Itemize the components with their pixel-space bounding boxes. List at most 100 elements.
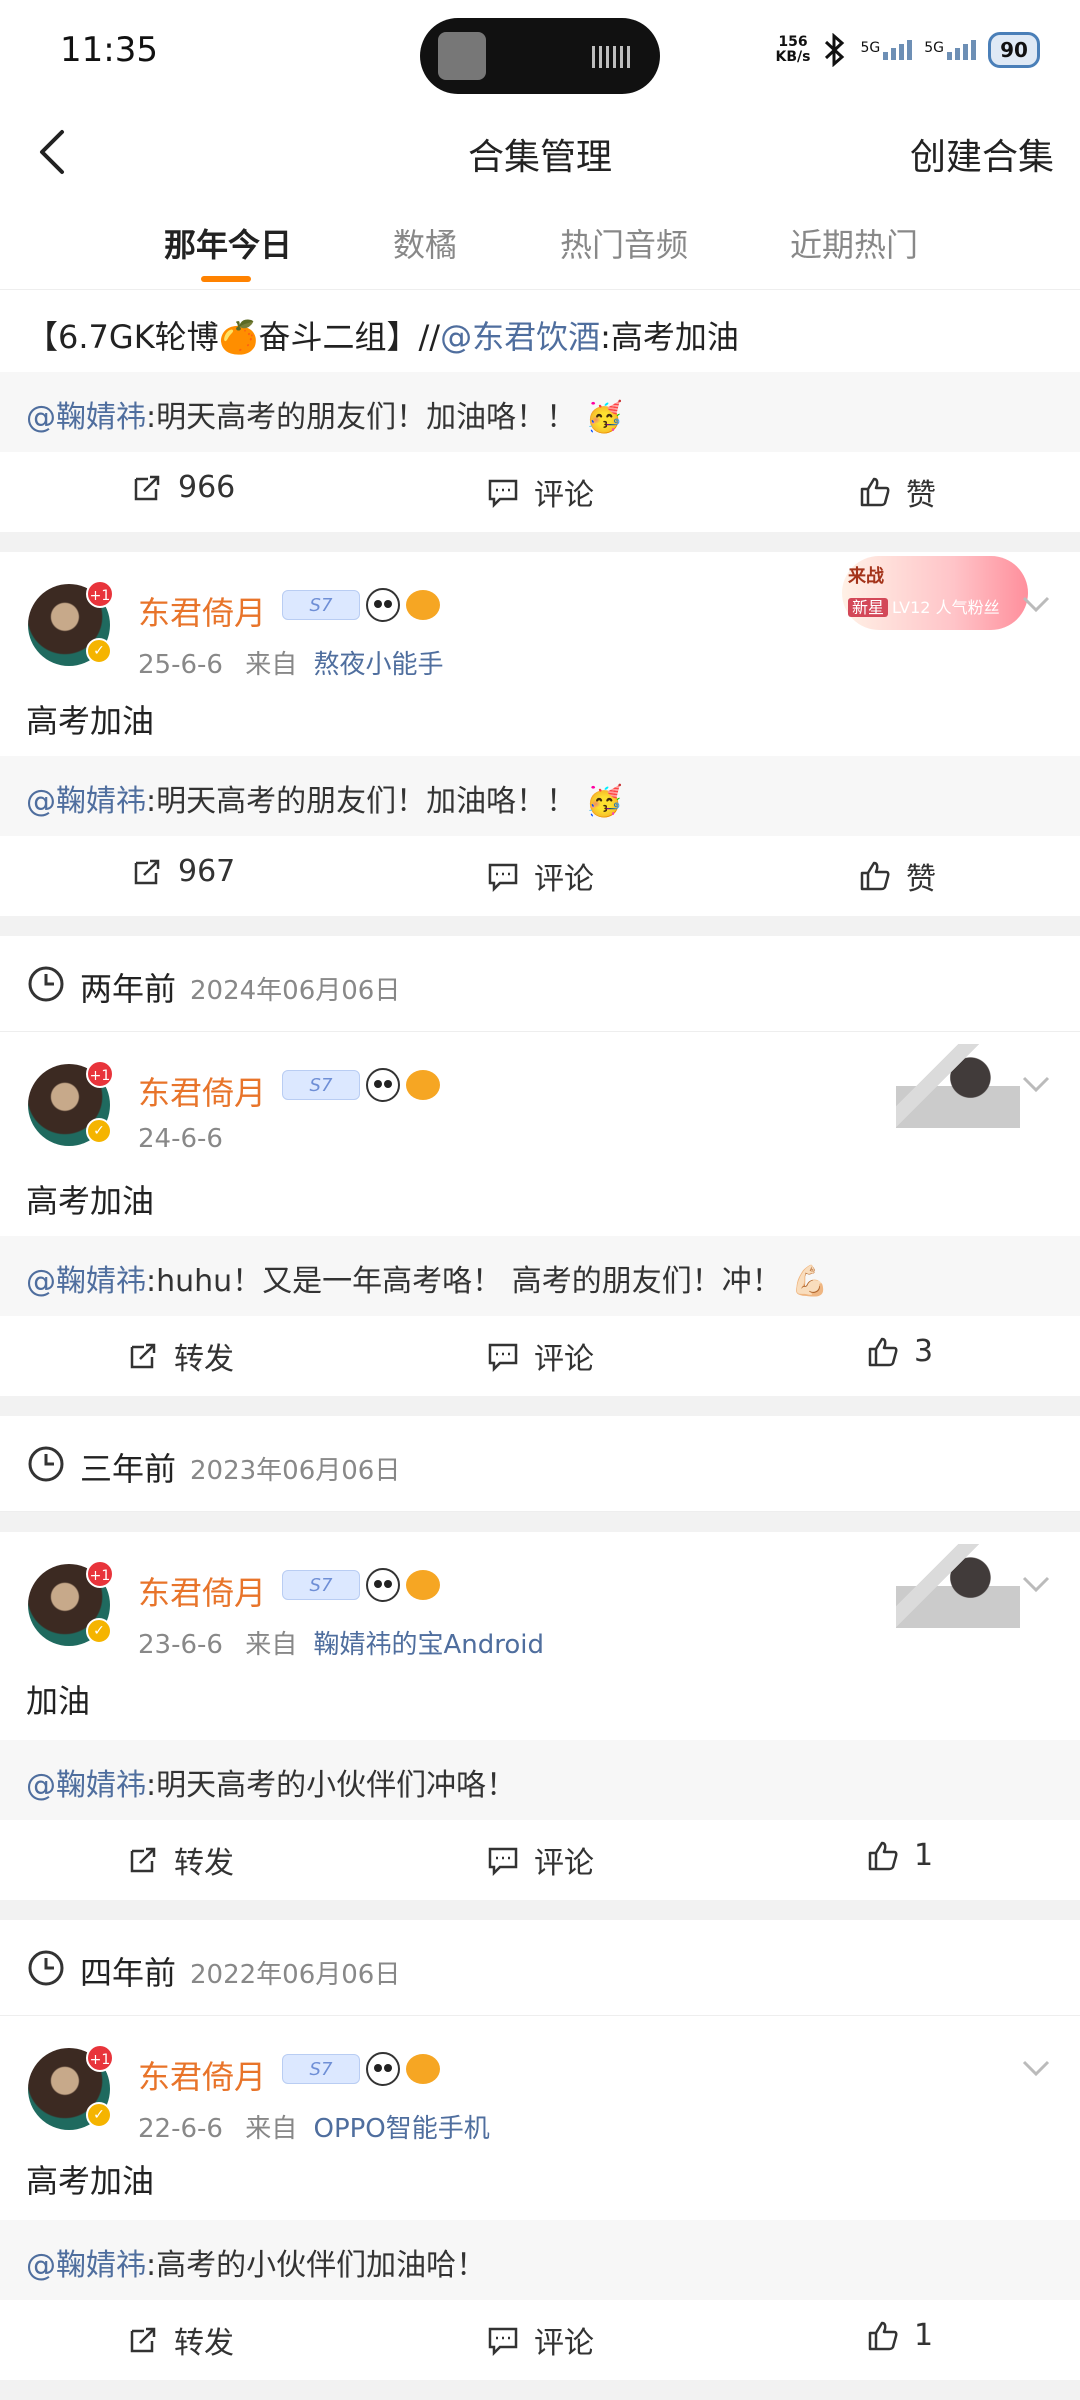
nav-bar: 合集管理 创建合集: [0, 100, 1080, 200]
status-icons: 156 KB/s 5G 5G 90: [776, 32, 1040, 68]
post-meta: 25-6-6 来自 熬夜小能手: [138, 650, 444, 680]
verified-icon: ✓: [86, 1618, 112, 1644]
quoted-post[interactable]: @鞠婧祎:高考的小伙伴们加油哈！: [0, 2220, 1080, 2300]
repost-button[interactable]: 966: [130, 470, 235, 505]
post-text[interactable]: 高考加油: [26, 1176, 154, 1222]
comment-button[interactable]: 评论: [486, 1838, 594, 1882]
dynamic-island[interactable]: [420, 18, 660, 94]
absolute-date: 2023年06月06日: [190, 1456, 401, 1486]
comment-icon: [488, 479, 518, 509]
year-section-header: 两年前 2024年06月06日: [0, 936, 1080, 1032]
fan-badge-decoration[interactable]: 来战 新星 LV12 人气粉丝: [842, 556, 1028, 630]
post-header: +1 ✓ 东君倚月 S7 23-6-6 来自 鞠婧祎的宝Android: [0, 1532, 1080, 1692]
username[interactable]: 东君倚月: [138, 1568, 266, 1614]
level-badge: S7: [282, 2054, 360, 2084]
post-header: +1 ✓ 东君倚月 S7 24-6-6: [0, 1032, 1080, 1192]
repost-icon: [130, 1343, 156, 1369]
relative-date: 三年前: [80, 1450, 177, 1488]
mention-link[interactable]: @鞠婧祎: [26, 400, 146, 435]
verified-icon: ✓: [86, 638, 112, 664]
year-section-header: 四年前 2022年06月06日: [0, 1920, 1080, 2016]
clock-icon: [28, 1446, 64, 1482]
now-playing-thumbnail: [438, 32, 486, 80]
quoted-post[interactable]: @鞠婧祎:huhu！又是一年高考咯！ 高考的朋友们！冲！ 💪🏻: [0, 1236, 1080, 1316]
comment-icon: [488, 2327, 518, 2357]
post-source[interactable]: OPPO智能手机: [313, 2114, 489, 2144]
post-source[interactable]: 熬夜小能手: [313, 650, 443, 680]
like-button[interactable]: 1: [866, 2318, 933, 2353]
separator: [0, 1396, 1080, 1416]
portrait-decoration[interactable]: [896, 1544, 1020, 1628]
username[interactable]: 东君倚月: [138, 1068, 266, 1114]
post-meta: 23-6-6 来自 鞠婧祎的宝Android: [138, 1630, 545, 1660]
comment-button[interactable]: 评论: [486, 2318, 594, 2362]
audio-wave-icon: [592, 46, 632, 68]
level-badge: S7: [282, 1570, 360, 1600]
post-text[interactable]: 【6.7GK轮博🍊奋斗二组】//@东君饮酒:高考加油: [26, 312, 739, 358]
repost-icon: [130, 1847, 156, 1873]
post-header: +1 ✓ 东君倚月 S7 22-6-6 来自 OPPO智能手机: [0, 2016, 1080, 2176]
quoted-post[interactable]: @鞠婧祎:明天高考的朋友们！加油咯！！ 🥳: [0, 372, 1080, 452]
thumbs-up-icon: [868, 1841, 898, 1870]
quoted-post[interactable]: @鞠婧祎:明天高考的朋友们！加油咯！！ 🥳: [0, 756, 1080, 836]
separator: [0, 1512, 1080, 1532]
status-time: 11:35: [60, 30, 158, 70]
username[interactable]: 东君倚月: [138, 588, 266, 634]
mention-link[interactable]: @鞠婧祎: [26, 1768, 146, 1803]
chevron-down-icon[interactable]: [1018, 1566, 1054, 1602]
fish-icon: [406, 1570, 440, 1600]
avatar-plus-badge: +1: [86, 1560, 114, 1588]
username[interactable]: 东君倚月: [138, 2052, 266, 2098]
avatar-plus-badge: +1: [86, 2044, 114, 2072]
like-button[interactable]: 赞: [858, 854, 936, 898]
post-header: +1 ✓ 东君倚月 S7 25-6-6 来自 熬夜小能手 来战 新星 LV12 人…: [0, 552, 1080, 712]
post-actions: 转发 评论 1: [0, 2300, 1080, 2380]
comment-button[interactable]: 评论: [486, 1334, 594, 1378]
verified-icon: ✓: [86, 1118, 112, 1144]
mention-link[interactable]: @东君饮酒: [440, 318, 600, 356]
mention-link[interactable]: @鞠婧祎: [26, 1264, 146, 1299]
absolute-date: 2022年06月06日: [190, 1960, 401, 1990]
tab-recent-hot[interactable]: 近期热门: [790, 220, 918, 266]
tab-on-this-day[interactable]: 那年今日: [164, 220, 292, 266]
mention-link[interactable]: @鞠婧祎: [26, 2248, 146, 2283]
comment-icon: [488, 1847, 518, 1877]
battery-icon: 90: [988, 32, 1040, 68]
repost-button[interactable]: 转发: [126, 2318, 234, 2362]
tab-hot-audio[interactable]: 热门音频: [560, 220, 688, 266]
tab-shuju[interactable]: 数橘: [393, 220, 457, 266]
post-text[interactable]: 高考加油: [26, 696, 154, 742]
status-bar: 11:35 156 KB/s 5G 5G 90: [0, 0, 1080, 100]
repost-icon: [134, 859, 160, 884]
like-button[interactable]: 赞: [858, 470, 936, 514]
post-actions: 966 评论 赞: [0, 452, 1080, 532]
chevron-down-icon[interactable]: [1018, 1066, 1054, 1102]
post-source[interactable]: 鞠婧祎的宝Android: [313, 1630, 544, 1660]
post-text[interactable]: 加油: [26, 1676, 90, 1722]
mention-link[interactable]: @鞠婧祎: [26, 784, 146, 819]
panda-icon: [366, 588, 400, 622]
post-text[interactable]: 高考加油: [26, 2156, 154, 2202]
tab-bar: 那年今日 数橘 热门音频 近期热门: [0, 200, 1080, 290]
comment-button[interactable]: 评论: [486, 470, 594, 514]
repost-button[interactable]: 967: [130, 854, 235, 889]
user-badges: S7: [282, 2052, 440, 2086]
signal-sim2-icon: 5G: [924, 40, 976, 60]
comment-icon: [488, 863, 518, 893]
quoted-post[interactable]: @鞠婧祎:明天高考的小伙伴们冲咯！: [0, 1740, 1080, 1820]
verified-icon: ✓: [86, 2102, 112, 2128]
portrait-decoration[interactable]: [896, 1044, 1020, 1128]
repost-button[interactable]: 转发: [126, 1334, 234, 1378]
separator: [0, 2380, 1080, 2400]
relative-date: 四年前: [80, 1954, 177, 1992]
create-collection-button[interactable]: 创建合集: [910, 128, 1054, 180]
repost-button[interactable]: 转发: [126, 1838, 234, 1882]
user-badges: S7: [282, 588, 440, 622]
like-button[interactable]: 1: [866, 1838, 933, 1873]
chevron-down-icon[interactable]: [1018, 586, 1054, 622]
level-badge: S7: [282, 590, 360, 620]
chevron-down-icon[interactable]: [1018, 2050, 1054, 2086]
comment-button[interactable]: 评论: [486, 854, 594, 898]
bluetooth-icon: [825, 33, 845, 67]
like-button[interactable]: 3: [866, 1334, 933, 1369]
